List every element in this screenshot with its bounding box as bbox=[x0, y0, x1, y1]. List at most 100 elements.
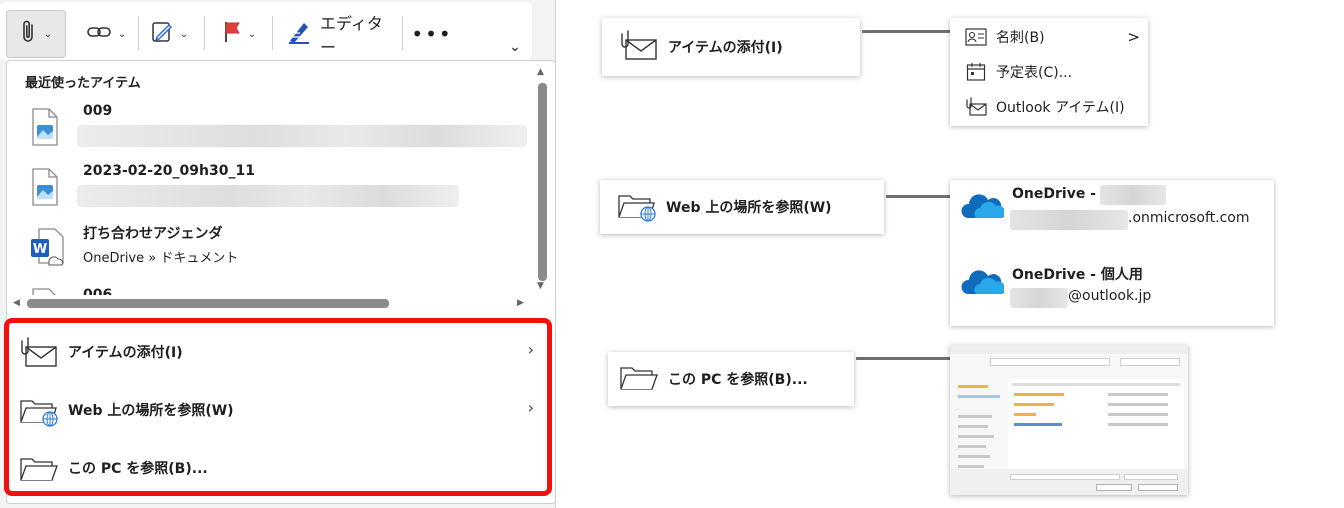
menu-label: アイテムの添付(I) bbox=[68, 345, 183, 361]
signature-button[interactable]: ⌄ bbox=[146, 10, 192, 58]
submenu-label: Outlook アイテム(I) bbox=[996, 100, 1125, 116]
web-folder-icon bbox=[18, 392, 60, 428]
menu-label: Web 上の場所を参照(W) bbox=[68, 403, 234, 419]
callout-label: この PC を参照(B)... bbox=[668, 372, 808, 388]
attach-item-icon bbox=[18, 334, 60, 370]
redacted-org bbox=[1100, 185, 1166, 205]
redacted-account bbox=[1010, 288, 1068, 308]
word-file-icon: W bbox=[29, 227, 64, 267]
callout-browse-web: Web 上の場所を参照(W) bbox=[600, 180, 884, 234]
toolbar-separator bbox=[272, 16, 273, 50]
chevron-down-icon: ⌄ bbox=[247, 28, 257, 40]
dialog-footer bbox=[950, 469, 1188, 495]
submenu-outlook-item[interactable]: Outlook アイテム(I) bbox=[964, 92, 1125, 122]
redacted-account bbox=[1010, 210, 1128, 230]
onedrive-title: OneDrive - bbox=[1012, 186, 1096, 202]
onedrive-personal-item[interactable]: OneDrive - 個人用 @outlook.jp bbox=[950, 256, 1274, 322]
menu-label: この PC を参照(B)... bbox=[68, 461, 208, 477]
image-file-icon bbox=[29, 167, 61, 207]
chevron-down-icon: ⌄ bbox=[43, 28, 53, 40]
ribbon-toolbar: ⌄ ⌄ ⌄ ⌄ エディター ••• ⌄ bbox=[0, 2, 532, 60]
chevron-right-icon: › bbox=[527, 398, 534, 417]
recent-item[interactable]: 2023-02-20_09h30_11 bbox=[25, 163, 531, 221]
web-folder-icon bbox=[616, 188, 658, 226]
editor-label: エディター bbox=[320, 14, 383, 57]
more-options-button[interactable]: ••• bbox=[411, 10, 453, 58]
chevron-down-icon: ⌄ bbox=[117, 28, 127, 40]
redacted-path bbox=[77, 125, 527, 147]
toolbar-separator bbox=[402, 16, 403, 50]
chevron-right-icon: › bbox=[527, 340, 534, 359]
submenu-label: 予定表(C)... bbox=[996, 65, 1073, 81]
dialog-search-box bbox=[1120, 358, 1180, 366]
connector-line bbox=[862, 30, 950, 33]
recent-item-name: 009 bbox=[83, 103, 113, 119]
recent-items-heading: 最近使ったアイテム bbox=[25, 76, 141, 91]
submenu-label: 名刺(B) bbox=[996, 30, 1045, 46]
onedrive-title: OneDrive - 個人用 bbox=[1012, 267, 1143, 283]
menu-attach-item[interactable]: アイテムの添付(I) › bbox=[18, 332, 538, 372]
editor-button[interactable]: エディター bbox=[286, 10, 394, 58]
paperclip-icon bbox=[20, 19, 38, 49]
dialog-titlebar bbox=[950, 345, 1188, 354]
editor-pen-icon bbox=[286, 19, 312, 49]
submenu-business-card[interactable]: 名刺(B) > bbox=[964, 22, 1140, 52]
dialog-address-bar bbox=[990, 358, 1110, 366]
recent-item-name: 006 bbox=[83, 287, 113, 295]
menu-browse-web[interactable]: Web 上の場所を参照(W) › bbox=[18, 390, 538, 430]
recent-item-name: 打ち合わせアジェンダ bbox=[83, 226, 223, 242]
scroll-right-arrow-icon[interactable]: ▶ bbox=[517, 298, 524, 308]
file-open-dialog-thumbnail bbox=[950, 345, 1188, 495]
attach-item-submenu: 名刺(B) > 予定表(C)... Outlook アイテム(I) bbox=[950, 18, 1148, 126]
redacted-path bbox=[77, 185, 459, 207]
vertical-scroll-thumb[interactable] bbox=[538, 83, 547, 281]
connector-line bbox=[886, 195, 950, 198]
link-icon bbox=[86, 23, 112, 45]
attach-item-icon bbox=[618, 28, 660, 66]
onedrive-account: @outlook.jp bbox=[1068, 288, 1152, 304]
insert-link-button[interactable]: ⌄ bbox=[76, 10, 136, 58]
onedrive-account: .onmicrosoft.com bbox=[1128, 210, 1250, 226]
recent-item[interactable]: 006 bbox=[25, 283, 531, 295]
more-icon: ••• bbox=[411, 22, 453, 46]
chevron-right-icon: > bbox=[1127, 28, 1140, 46]
scroll-left-arrow-icon[interactable]: ◀ bbox=[13, 298, 20, 308]
signature-icon bbox=[150, 20, 174, 48]
menu-browse-pc[interactable]: この PC を参照(B)... bbox=[18, 448, 538, 488]
scroll-up-arrow-icon[interactable]: ▲ bbox=[537, 67, 544, 77]
web-locations-submenu: OneDrive - .onmicrosoft.com OneDrive - 個… bbox=[950, 180, 1274, 326]
flag-icon bbox=[222, 20, 242, 48]
chevron-down-icon: ⌄ bbox=[509, 39, 521, 55]
svg-text:W: W bbox=[33, 242, 47, 257]
connector-line bbox=[856, 357, 950, 360]
image-file-icon bbox=[29, 287, 61, 295]
submenu-calendar[interactable]: 予定表(C)... bbox=[964, 57, 1072, 87]
onedrive-cloud-icon bbox=[960, 268, 1006, 300]
expand-ribbon-button[interactable]: ⌄ bbox=[500, 32, 530, 62]
scroll-down-arrow-icon[interactable]: ▼ bbox=[537, 281, 544, 291]
image-file-icon bbox=[29, 107, 61, 147]
recent-item[interactable]: 009 bbox=[25, 103, 531, 161]
onedrive-business-item[interactable]: OneDrive - .onmicrosoft.com bbox=[950, 180, 1274, 250]
callout-browse-pc: この PC を参照(B)... bbox=[608, 352, 854, 406]
toolbar-separator bbox=[138, 16, 139, 50]
contact-card-icon bbox=[964, 25, 988, 49]
callout-attach-item: アイテムの添付(I) bbox=[602, 18, 860, 76]
folder-icon bbox=[618, 360, 660, 398]
toolbar-separator bbox=[204, 16, 205, 50]
calendar-icon bbox=[964, 60, 988, 84]
chevron-down-icon: ⌄ bbox=[179, 28, 189, 40]
recent-item-path: OneDrive » ドキュメント bbox=[83, 251, 239, 266]
flag-button[interactable]: ⌄ bbox=[216, 10, 262, 58]
recent-item[interactable]: W 打ち合わせアジェンダ OneDrive » ドキュメント bbox=[25, 223, 531, 281]
dialog-sidebar bbox=[954, 379, 1004, 469]
onedrive-cloud-icon bbox=[960, 192, 1006, 224]
outlook-item-icon bbox=[964, 95, 988, 119]
callout-label: アイテムの添付(I) bbox=[668, 40, 783, 56]
recent-item-name: 2023-02-20_09h30_11 bbox=[83, 163, 255, 179]
attach-file-button[interactable]: ⌄ bbox=[6, 10, 66, 58]
callout-label: Web 上の場所を参照(W) bbox=[666, 200, 832, 216]
folder-icon bbox=[18, 450, 60, 486]
dialog-file-list bbox=[1008, 379, 1184, 469]
horizontal-scroll-thumb[interactable] bbox=[27, 299, 389, 308]
